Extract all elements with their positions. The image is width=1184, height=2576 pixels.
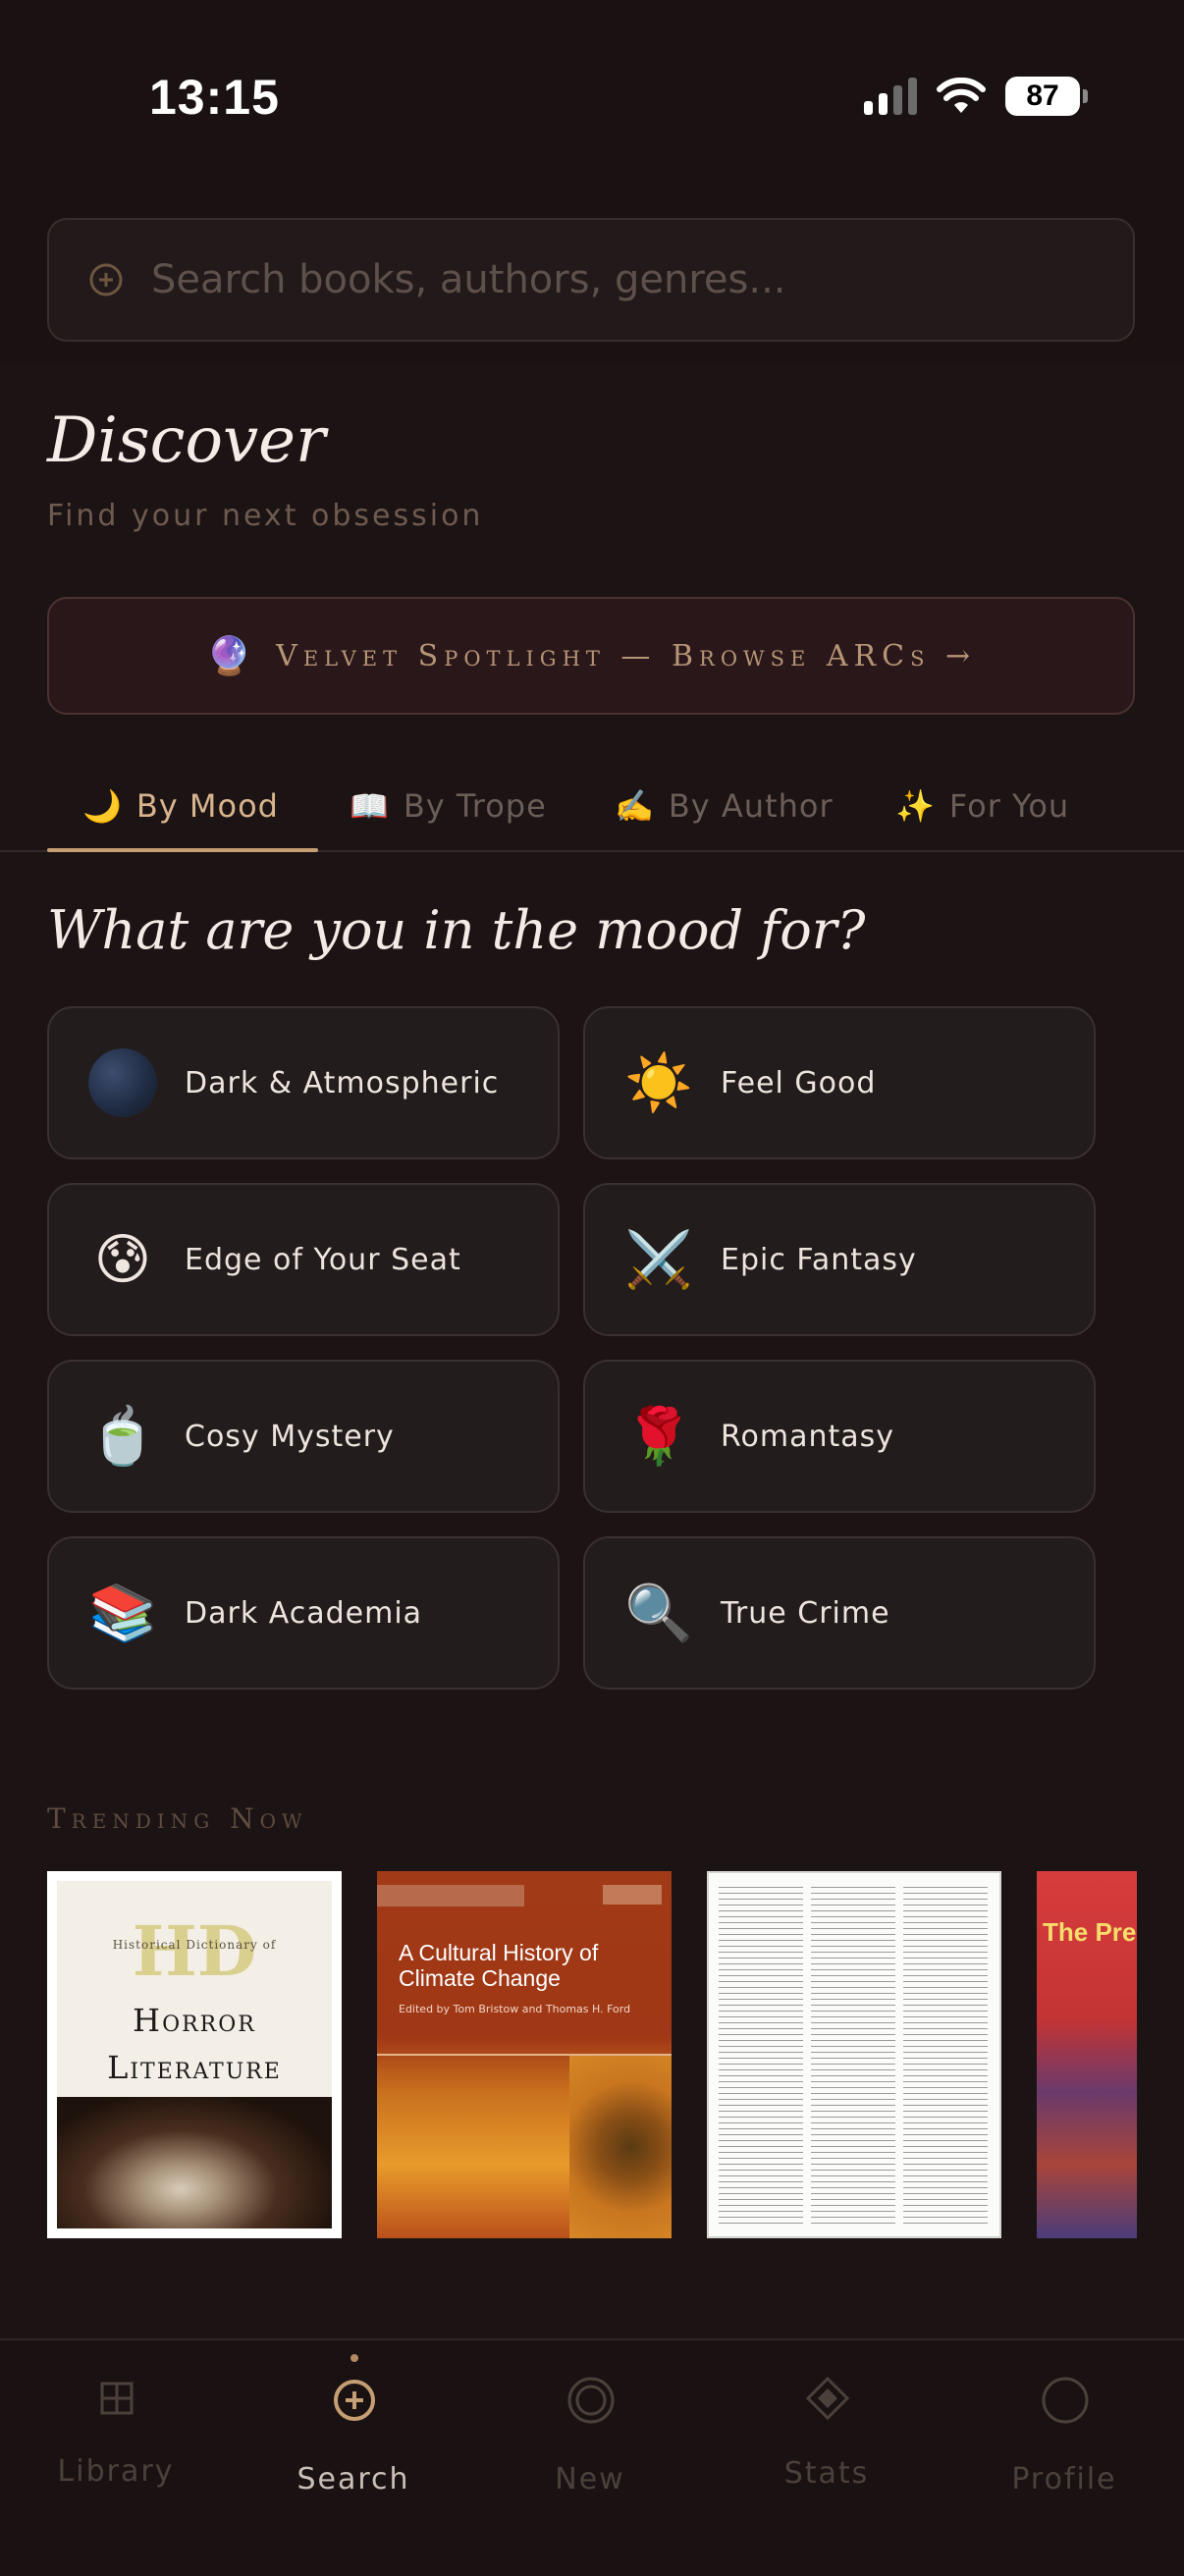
sun-icon: ☀️ bbox=[624, 1051, 693, 1115]
crescent-moon-icon: 🌙 bbox=[82, 787, 123, 825]
cover-series: Historical Dictionary of bbox=[112, 1938, 277, 1952]
writing-hand-icon: ✍️ bbox=[615, 787, 655, 825]
mood-card-cosy-mystery[interactable]: 🍵 Cosy Mystery bbox=[47, 1360, 560, 1513]
mood-label: Feel Good bbox=[721, 1065, 877, 1100]
circle-plus-icon bbox=[89, 263, 123, 296]
magnifying-glass-icon: 🔍 bbox=[624, 1582, 693, 1645]
search-bar[interactable] bbox=[47, 218, 1135, 342]
cover-painting bbox=[57, 2097, 332, 2228]
mood-card-true-crime[interactable]: 🔍 True Crime bbox=[583, 1536, 1096, 1690]
tab-label: By Trope bbox=[403, 787, 547, 825]
mood-label: Dark & Atmospheric bbox=[185, 1065, 500, 1100]
cover-title-line: Literature bbox=[107, 2049, 282, 2086]
grid-icon bbox=[100, 2382, 134, 2415]
mood-card-feel-good[interactable]: ☀️ Feel Good bbox=[583, 1006, 1096, 1159]
mood-card-dark-academia[interactable]: 📚 Dark Academia bbox=[47, 1536, 560, 1690]
tab-label: By Author bbox=[668, 787, 834, 825]
search-input[interactable] bbox=[149, 256, 1037, 303]
wifi-icon bbox=[937, 78, 986, 113]
mood-card-dark-atmospheric[interactable]: Dark & Atmospheric bbox=[47, 1006, 560, 1159]
cover-tree-image bbox=[569, 2056, 672, 2238]
book-cover-horror-literature[interactable]: HD Historical Dictionary of Horror Liter… bbox=[47, 1871, 342, 2238]
tab-for-you[interactable]: ✨ For You bbox=[895, 762, 1069, 850]
diamond-icon bbox=[805, 2376, 850, 2421]
status-time: 13:15 bbox=[149, 70, 280, 125]
crystal-ball-icon: 🔮 bbox=[205, 633, 259, 677]
cellular-signal-icon bbox=[864, 78, 917, 115]
mood-label: Romantasy bbox=[721, 1419, 895, 1454]
mood-label: Cosy Mystery bbox=[185, 1419, 395, 1454]
tab-label: For You bbox=[948, 787, 1070, 825]
nav-search[interactable]: Search bbox=[255, 2340, 452, 2576]
nav-label: Profile bbox=[1011, 2462, 1117, 2496]
velvet-spotlight-button[interactable]: 🔮 Velvet Spotlight — Browse ARCs → bbox=[47, 597, 1135, 715]
cover-authors: Edited by Tom Bristow and Thomas H. Ford bbox=[399, 2003, 631, 2015]
spotlight-label: Velvet Spotlight — Browse ARCs → bbox=[276, 638, 977, 673]
mood-label: Epic Fantasy bbox=[721, 1242, 917, 1277]
battery-indicator: 87 bbox=[1005, 77, 1088, 116]
cover-title: A Cultural History of Climate Change bbox=[399, 1940, 599, 1991]
tab-by-author[interactable]: ✍️ By Author bbox=[615, 762, 834, 850]
cover-series-bar bbox=[377, 1885, 524, 1906]
text-column bbox=[903, 1887, 988, 2227]
mood-card-romantasy[interactable]: 🌹 Romantasy bbox=[583, 1360, 1096, 1513]
full-moon-icon bbox=[88, 1048, 157, 1117]
cover-title-line: Horror bbox=[133, 2002, 256, 2039]
circle-plus-icon bbox=[334, 2380, 375, 2421]
book-cover-climate-change[interactable]: A Cultural History of Climate Change Edi… bbox=[377, 1871, 672, 2238]
mood-section-title: What are you in the mood for? bbox=[47, 899, 866, 961]
teacup-icon: 🍵 bbox=[88, 1405, 157, 1469]
nav-label: Search bbox=[296, 2462, 410, 2496]
nav-library[interactable]: Library bbox=[18, 2340, 214, 2576]
status-icons: 87 bbox=[864, 75, 1088, 118]
nav-label: Stats bbox=[783, 2456, 870, 2491]
text-column bbox=[811, 1887, 895, 2227]
mood-label: Edge of Your Seat bbox=[185, 1242, 461, 1277]
rose-icon: 🌹 bbox=[624, 1405, 693, 1469]
sparkles-icon: ✨ bbox=[895, 787, 936, 825]
double-circle-icon bbox=[567, 2377, 615, 2424]
books-icon: 📚 bbox=[88, 1582, 157, 1645]
book-cover-prentice-science[interactable]: The Prentice Science bbox=[1037, 1871, 1137, 2238]
crossed-swords-icon: ⚔️ bbox=[624, 1228, 693, 1292]
publisher-logo bbox=[603, 1885, 662, 1905]
cover-title: The Prentice Science bbox=[1043, 1917, 1137, 1947]
bottom-nav: Library Search New Stats Profile bbox=[0, 2338, 1184, 2576]
trending-carousel[interactable]: HD Historical Dictionary of Horror Liter… bbox=[47, 1871, 1137, 2238]
book-cover-newspaper[interactable] bbox=[707, 1871, 1001, 2238]
tab-by-mood[interactable]: 🌙 By Mood bbox=[47, 762, 318, 852]
text-column bbox=[719, 1887, 803, 2227]
nav-label: Library bbox=[57, 2454, 175, 2489]
nav-label: New bbox=[555, 2462, 625, 2496]
discover-tabs: 🌙 By Mood 📖 By Trope ✍️ By Author ✨ For … bbox=[0, 762, 1184, 852]
page-title: Discover bbox=[47, 404, 326, 477]
tab-by-trope[interactable]: 📖 By Trope bbox=[350, 762, 547, 850]
mood-label: Dark Academia bbox=[185, 1595, 423, 1631]
mood-card-epic-fantasy[interactable]: ⚔️ Epic Fantasy bbox=[583, 1183, 1096, 1336]
cover-title: Horror Literature bbox=[57, 1997, 332, 2091]
nav-new[interactable]: New bbox=[492, 2340, 688, 2576]
nav-profile[interactable]: Profile bbox=[966, 2340, 1162, 2576]
nav-stats[interactable]: Stats bbox=[728, 2340, 925, 2576]
trending-label: Trending Now bbox=[47, 1802, 308, 1835]
page-subtitle: Find your next obsession bbox=[47, 499, 484, 533]
tab-label: By Mood bbox=[135, 787, 279, 825]
mood-label: True Crime bbox=[721, 1595, 890, 1631]
open-book-icon: 📖 bbox=[350, 787, 390, 825]
mood-card-edge-of-your-seat[interactable]: 😰 Edge of Your Seat bbox=[47, 1183, 560, 1336]
anxious-face-icon: 😰 bbox=[93, 1227, 152, 1292]
circle-icon bbox=[1042, 2377, 1089, 2424]
